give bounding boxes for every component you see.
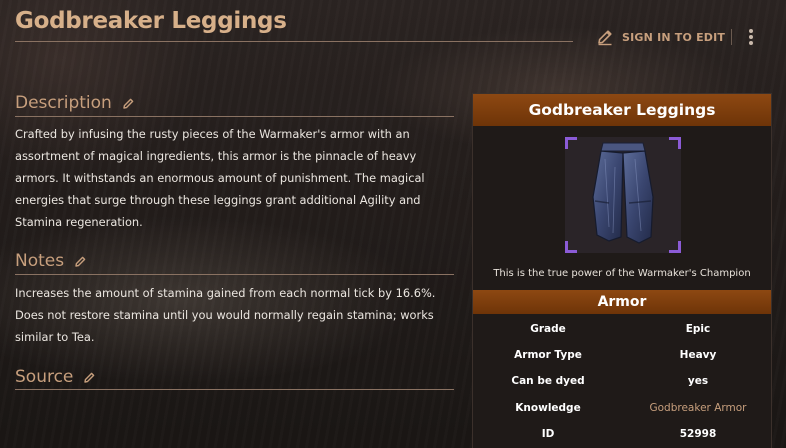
row-key: Grade (530, 323, 566, 335)
infobox-row-knowledge: Knowledge Godbreaker Armor (473, 402, 771, 420)
source-divider (15, 389, 454, 390)
item-infobox: Godbreaker Leggings This is the true pow… (472, 93, 772, 448)
row-value: Heavy (679, 349, 717, 361)
source-heading-text: Source (15, 367, 74, 387)
row-key: Knowledge (515, 402, 581, 414)
page-title: Godbreaker Leggings (15, 8, 287, 34)
pencil-icon[interactable] (74, 255, 87, 268)
row-key: Armor Type (514, 349, 582, 361)
frame-corner (669, 241, 681, 253)
more-vertical-icon (749, 29, 753, 33)
row-key: ID (541, 428, 555, 440)
notes-text: Increases the amount of stamina gained f… (15, 286, 436, 344)
notes-heading-text: Notes (15, 251, 65, 271)
infobox-row-can-be-dyed: Can be dyed yes (473, 375, 771, 393)
title-underline (15, 41, 573, 42)
more-options-button[interactable] (744, 27, 758, 47)
description-divider (15, 116, 454, 117)
row-key: Can be dyed (511, 375, 585, 387)
description-heading-text: Description (15, 93, 112, 113)
description-text: Crafted by infusing the rusty pieces of … (15, 127, 425, 229)
notes-heading: Notes (15, 251, 87, 271)
sign-in-label: SIGN IN TO EDIT (622, 30, 726, 44)
pencil-icon[interactable] (122, 97, 135, 110)
row-value: yes (687, 375, 709, 387)
frame-corner (565, 137, 577, 149)
leggings-icon (592, 142, 654, 244)
source-heading: Source (15, 367, 96, 387)
knowledge-link[interactable]: Godbreaker Armor (623, 402, 773, 414)
pencil-icon (598, 30, 612, 46)
infobox-caption: This is the true power of the Warmaker's… (493, 268, 751, 279)
pencil-icon[interactable] (83, 371, 96, 384)
infobox-title: Godbreaker Leggings (473, 94, 771, 126)
toolbar-divider (731, 29, 732, 45)
infobox-row-grade: Grade Epic (473, 323, 771, 341)
infobox-row-armor-type: Armor Type Heavy (473, 349, 771, 367)
sign-in-to-edit-button[interactable]: SIGN IN TO EDIT (596, 28, 725, 46)
infobox-row-id: ID 52998 (473, 428, 771, 446)
frame-corner (565, 241, 577, 253)
description-heading: Description (15, 93, 135, 113)
row-value: 52998 (679, 428, 717, 440)
notes-divider (15, 274, 454, 275)
leggings-item-image (565, 137, 681, 253)
frame-corner (669, 137, 681, 149)
infobox-section-title: Armor (473, 290, 771, 314)
row-value: Epic (685, 323, 711, 335)
